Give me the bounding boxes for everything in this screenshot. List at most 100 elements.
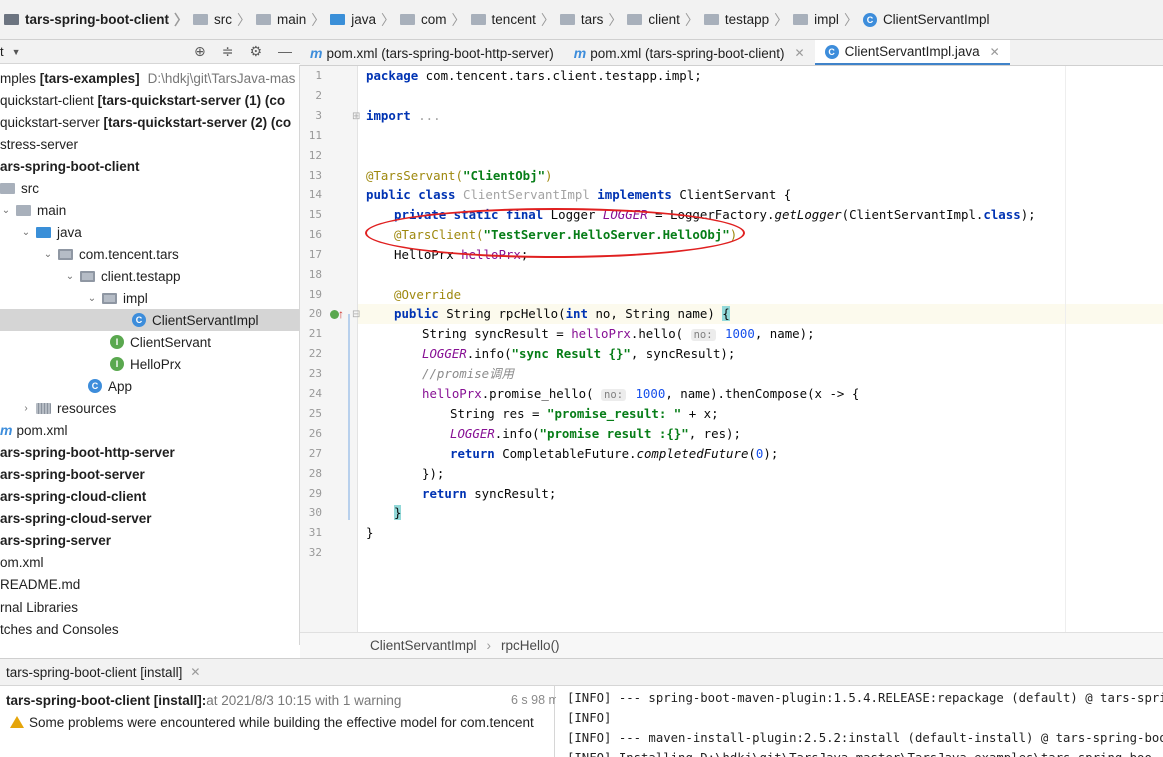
nav-crumb-testapp[interactable]: testapp 〉 xyxy=(703,8,793,32)
nav-crumb-module[interactable]: tars-spring-boot-client 〉 xyxy=(4,8,193,32)
nav-crumb-impl[interactable]: impl 〉 xyxy=(793,8,863,32)
build-warning-row[interactable]: Some problems were encountered while bui… xyxy=(10,711,534,733)
line-number: 25 xyxy=(308,407,322,420)
code-line: LOGGER.info("sync Result {}", syncResult… xyxy=(422,346,736,361)
console-line: [INFO] xyxy=(567,711,612,725)
tree-item-spring-boot-client[interactable]: ars-spring-boot-client xyxy=(0,155,299,177)
code-line: LOGGER.info("promise result :{}", res); xyxy=(450,426,741,441)
project-panel-header: t ▼ ⊕ ≑ ⚙ — xyxy=(0,40,300,64)
build-console[interactable]: [INFO] --- spring-boot-maven-plugin:1.5.… xyxy=(556,686,1163,757)
line-number: 17 xyxy=(308,248,322,261)
nav-crumb-main[interactable]: main 〉 xyxy=(256,8,330,32)
line-number: 18 xyxy=(308,268,322,281)
code-line: return syncResult; xyxy=(422,486,557,501)
nav-crumb-tencent[interactable]: tencent 〉 xyxy=(470,8,560,32)
chevron-right-icon: 〉 xyxy=(451,11,466,28)
tree-item-scratches[interactable]: tches and Consoles xyxy=(0,618,299,640)
tree-item-spring-cloud-client[interactable]: ars-spring-cloud-client xyxy=(0,485,299,507)
parameter-hint: no: xyxy=(601,389,627,401)
tree-item-java[interactable]: ⌄ java xyxy=(0,221,299,243)
chevron-down-icon[interactable]: ⌄ xyxy=(64,271,76,282)
chevron-down-icon[interactable]: ⌄ xyxy=(20,227,32,238)
code-line: //promise调用 xyxy=(422,366,514,381)
tree-item-client-servant[interactable]: I ClientServant xyxy=(0,331,299,353)
build-result-row[interactable]: tars-spring-boot-client [install]: at 20… xyxy=(6,689,565,711)
collapse-all-icon[interactable]: ≑ xyxy=(222,43,234,60)
breadcrumb-method[interactable]: rpcHello() xyxy=(501,638,560,653)
tree-item-client-servant-impl[interactable]: C ClientServantImpl xyxy=(0,309,299,331)
nav-crumb-src[interactable]: src 〉 xyxy=(193,8,256,32)
run-tool-window-tabs: tars-spring-boot-client [install] ✕ xyxy=(0,658,1163,686)
tree-item-quickstart-client[interactable]: quickstart-client [tars-quickstart-serve… xyxy=(0,89,299,111)
tree-item-com-tencent-tars[interactable]: ⌄ com.tencent.tars xyxy=(0,243,299,265)
code-line: } xyxy=(394,505,402,520)
module-folder-icon xyxy=(4,14,19,25)
tree-item-stress-server[interactable]: stress-server xyxy=(0,133,299,155)
tree-item-root-pom[interactable]: om.xml xyxy=(0,551,299,573)
line-number: 11 xyxy=(308,129,322,142)
folder-icon xyxy=(16,204,31,216)
chevron-right-icon: 〉 xyxy=(381,11,396,28)
breadcrumb-class[interactable]: ClientServantImpl xyxy=(370,638,477,653)
code-editor[interactable]: 1 2 3 11 12 13 14 15 16 17 18 19 20 21 2… xyxy=(300,66,1163,632)
override-arrow-icon[interactable]: ↑ xyxy=(338,304,344,324)
tree-item-spring-server[interactable]: ars-spring-server xyxy=(0,529,299,551)
folder-icon xyxy=(193,14,208,25)
code-line: String syncResult = helloPrx.hello( no: … xyxy=(422,326,815,341)
tree-item-hello-prx[interactable]: I HelloPrx xyxy=(0,353,299,375)
nav-crumb-client[interactable]: client 〉 xyxy=(627,8,704,32)
chevron-right-icon[interactable]: › xyxy=(20,403,32,414)
close-icon[interactable]: ✕ xyxy=(795,46,805,60)
folder-icon xyxy=(0,182,15,194)
class-icon: C xyxy=(88,379,102,393)
tree-item-tars-examples[interactable]: mples [tars-examples] D:\hdkj\git\TarsJav… xyxy=(0,67,299,89)
tab-pom-http-server[interactable]: m pom.xml (tars-spring-boot-http-server) xyxy=(300,40,564,65)
package-icon xyxy=(627,14,643,25)
package-icon xyxy=(559,14,575,25)
tree-item-spring-boot-http-server[interactable]: ars-spring-boot-http-server xyxy=(0,441,299,463)
chevron-down-icon[interactable]: ⌄ xyxy=(42,249,54,260)
locate-icon[interactable]: ⊕ xyxy=(194,43,206,60)
dropdown-arrow-icon[interactable]: ▼ xyxy=(12,47,21,57)
tree-item-spring-cloud-server[interactable]: ars-spring-cloud-server xyxy=(0,507,299,529)
project-panel-title[interactable]: t xyxy=(0,44,4,59)
line-number: 24 xyxy=(308,387,322,400)
tree-item-external-libraries[interactable]: rnal Libraries xyxy=(0,596,299,618)
tree-item-pom[interactable]: m pom.xml xyxy=(0,419,299,441)
nav-crumb-tars[interactable]: tars 〉 xyxy=(559,8,628,32)
tree-item-app[interactable]: C App xyxy=(0,375,299,397)
nav-crumb-java[interactable]: java 〉 xyxy=(330,8,400,32)
gear-icon[interactable]: ⚙ xyxy=(249,43,262,60)
package-icon xyxy=(102,292,117,304)
nav-crumb-com[interactable]: com 〉 xyxy=(400,8,471,32)
tab-run-install[interactable]: tars-spring-boot-client [install] xyxy=(0,665,182,680)
maven-icon: m xyxy=(310,45,323,61)
tree-item-impl[interactable]: ⌄ impl xyxy=(0,287,299,309)
close-icon[interactable]: ✕ xyxy=(190,665,200,679)
tab-pom-client[interactable]: m pom.xml (tars-spring-boot-client) ✕ xyxy=(564,40,815,65)
tree-item-quickstart-server[interactable]: quickstart-server [tars-quickstart-serve… xyxy=(0,111,299,133)
tree-item-spring-boot-server[interactable]: ars-spring-boot-server xyxy=(0,463,299,485)
source-folder-icon xyxy=(36,226,51,238)
code-area[interactable]: package com.tencent.tars.client.testapp.… xyxy=(358,66,1163,632)
chevron-right-icon: 〉 xyxy=(311,11,326,28)
navigation-bar: tars-spring-boot-client 〉 src 〉 main 〉 java… xyxy=(0,0,1163,40)
line-number: 2 xyxy=(315,89,322,102)
nav-crumb-class[interactable]: C ClientServantImpl xyxy=(862,8,989,32)
chevron-down-icon[interactable]: ⌄ xyxy=(0,205,12,216)
chevron-down-icon[interactable]: ⌄ xyxy=(86,293,98,304)
chevron-right-icon: 〉 xyxy=(540,11,555,28)
line-number: 13 xyxy=(308,169,322,182)
tree-item-src[interactable]: src xyxy=(0,177,299,199)
console-line: [INFO] Installing D:\hdkj\git\TarsJava-m… xyxy=(567,748,1152,757)
tree-item-readme[interactable]: README.md xyxy=(0,573,299,595)
line-number: 29 xyxy=(308,487,322,500)
line-number: 27 xyxy=(308,447,322,460)
tree-item-main[interactable]: ⌄ main xyxy=(0,199,299,221)
class-icon: C xyxy=(132,313,146,327)
tree-item-resources[interactable]: › resources xyxy=(0,397,299,419)
tree-item-client-testapp[interactable]: ⌄ client.testapp xyxy=(0,265,299,287)
tab-client-servant-impl[interactable]: C ClientServantImpl.java ✕ xyxy=(814,40,1010,65)
hide-icon[interactable]: — xyxy=(278,43,292,60)
close-icon[interactable]: ✕ xyxy=(990,45,1000,59)
